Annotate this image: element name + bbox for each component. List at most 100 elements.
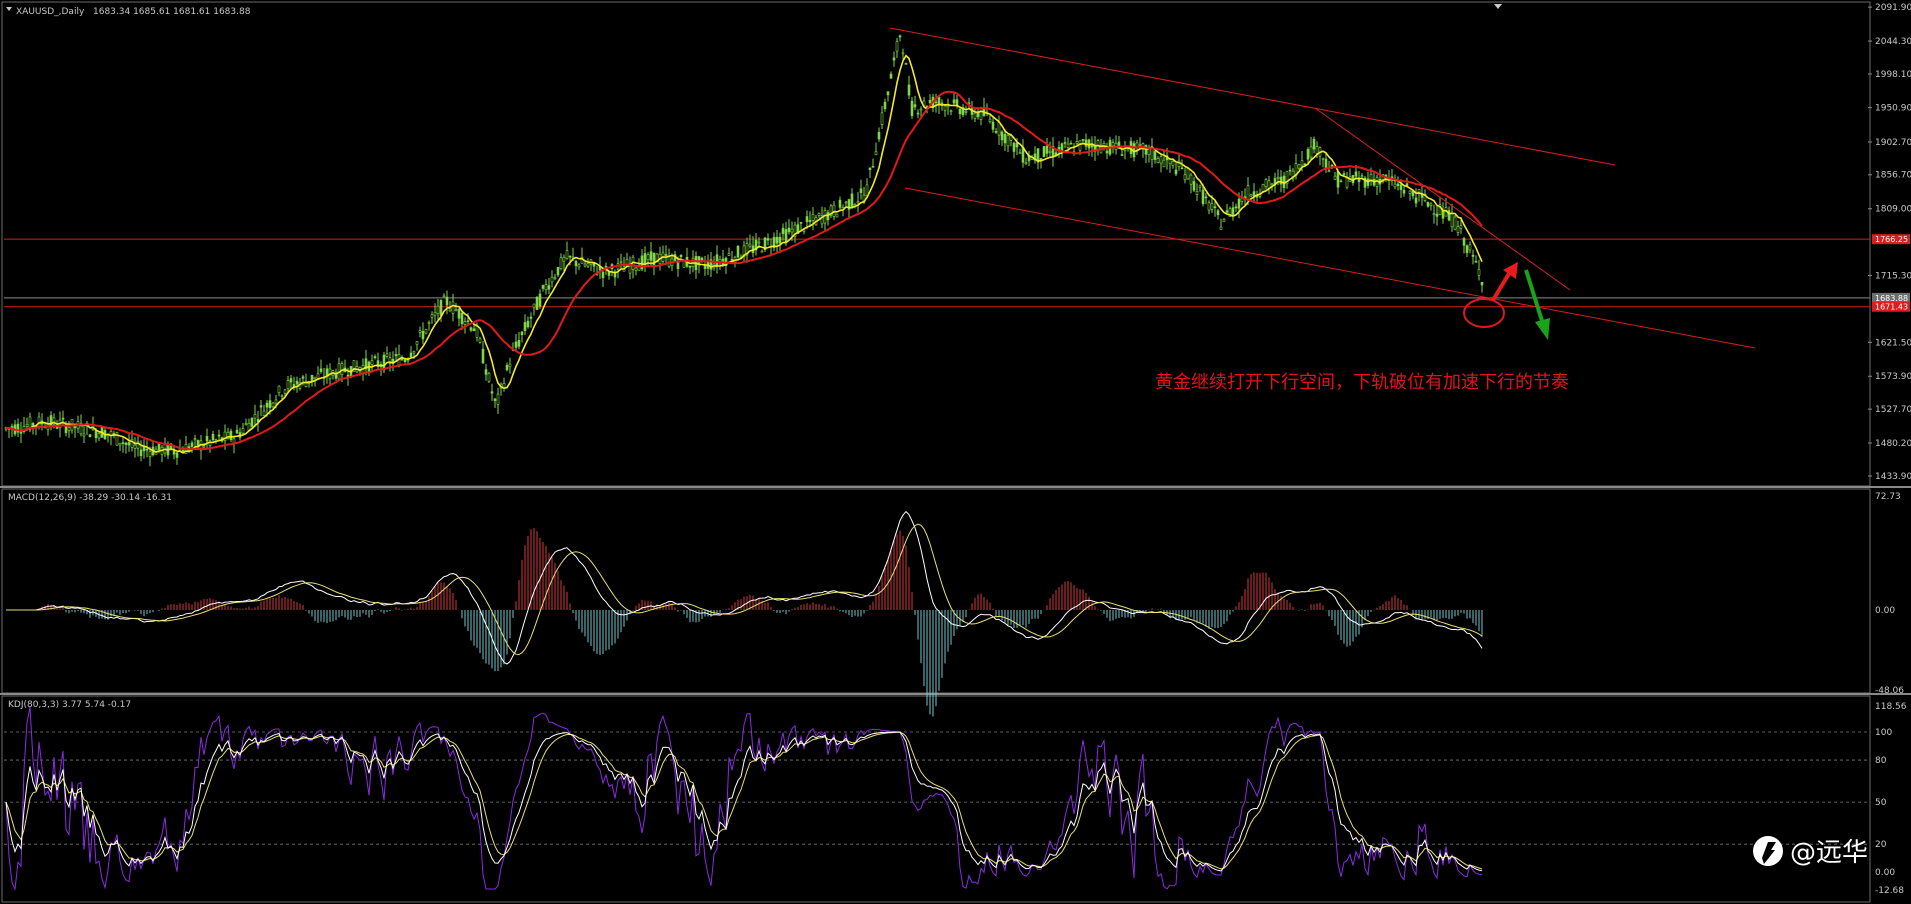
kdj-j-line — [5, 706, 1483, 891]
candle-body — [832, 204, 836, 217]
candle-body — [463, 321, 467, 325]
candle-body — [964, 111, 968, 113]
candle-body — [172, 450, 176, 455]
breakdown-circle — [1463, 298, 1505, 328]
candle-body — [850, 193, 854, 207]
candle-body — [265, 402, 269, 408]
candle-body — [547, 285, 551, 290]
candle-body — [97, 433, 101, 439]
candle-body — [844, 201, 848, 204]
candle-body — [466, 320, 470, 322]
price-tick-label: 1950.90 — [1875, 104, 1911, 114]
macd-panel-title: MACD(12,26,9) -38.29 -30.14 -16.31 — [8, 493, 172, 503]
candle-body — [1057, 146, 1061, 150]
candle-body — [1471, 254, 1475, 257]
down-arrow-icon — [1524, 269, 1550, 340]
candle-body — [1399, 184, 1403, 191]
candle-body — [577, 264, 581, 268]
candle-body — [235, 429, 239, 434]
candle-body — [550, 276, 554, 283]
candle-body — [373, 356, 377, 359]
candle-body — [1156, 158, 1160, 163]
candle-body — [406, 359, 410, 362]
candle-body — [643, 253, 647, 264]
candle-body — [715, 254, 719, 267]
candle-body — [562, 256, 566, 262]
collapse-triangle-icon[interactable] — [6, 7, 12, 11]
candle-body — [1252, 191, 1256, 197]
candle-body — [253, 414, 257, 419]
candle-body — [775, 236, 779, 244]
candle-body — [67, 427, 71, 431]
candle-body — [1342, 173, 1346, 176]
candle-body — [409, 352, 413, 358]
candle-body — [856, 201, 860, 204]
candle-body — [394, 354, 398, 357]
candle-body — [1264, 179, 1268, 187]
candle-body — [313, 376, 317, 380]
candle-body — [529, 316, 533, 319]
candle-body — [538, 293, 542, 307]
candle-body — [1006, 135, 1010, 147]
kdj-series — [5, 706, 1483, 891]
candle-body — [1204, 196, 1208, 199]
candle-body — [1024, 162, 1028, 165]
candle-body — [295, 380, 299, 385]
candle-body — [1414, 197, 1418, 204]
candle-body — [835, 213, 839, 218]
candle-body — [1150, 147, 1154, 160]
candle-body — [868, 167, 872, 170]
candle-body — [280, 395, 284, 398]
candle-body — [1309, 146, 1313, 158]
candle-body — [907, 84, 911, 96]
candle-body — [904, 63, 908, 65]
candle-body — [286, 380, 290, 389]
candle-body — [1453, 216, 1457, 230]
candle-body — [121, 442, 125, 444]
candle-body — [601, 271, 605, 279]
panel-menu-icon[interactable] — [1494, 4, 1502, 9]
macd-tick-label: 72.73 — [1875, 492, 1901, 502]
candle-body — [688, 265, 692, 268]
candle-body — [1018, 152, 1022, 154]
candle-body — [1354, 171, 1358, 177]
candle-body — [976, 112, 980, 118]
candle-body — [241, 428, 245, 434]
candle-body — [1180, 167, 1184, 170]
candle-body — [1306, 149, 1310, 160]
candle-body — [781, 227, 785, 235]
kdj-tick-label: 20 — [1875, 840, 1887, 850]
candle-body — [1435, 213, 1439, 217]
candle-body — [811, 214, 815, 221]
candle-body — [514, 341, 518, 348]
candle-body — [442, 295, 446, 298]
candle-body — [385, 353, 389, 357]
candle-body — [760, 250, 764, 253]
kdj-tick-label: 80 — [1875, 756, 1887, 766]
candle-body — [1168, 159, 1172, 165]
candle-body — [994, 131, 998, 133]
candle-body — [883, 101, 887, 110]
candle-body — [1078, 140, 1082, 151]
candle-body — [229, 430, 233, 440]
price-panel-title: XAUUSD_,Daily — [16, 7, 85, 17]
candle-body — [574, 260, 578, 267]
candle-body — [1216, 210, 1220, 216]
candle-body — [1345, 177, 1349, 188]
candle-body — [1186, 168, 1190, 180]
trend-channel — [889, 27, 1756, 349]
candle-body — [1201, 189, 1205, 204]
candle-body — [619, 261, 623, 264]
candle-body — [118, 442, 122, 446]
candle-body — [487, 373, 491, 382]
kdj-tick-label: 0.00 — [1875, 868, 1895, 878]
candle-body — [1138, 143, 1142, 146]
candle-body — [1450, 212, 1454, 228]
candle-body — [412, 351, 416, 354]
macd-series — [6, 510, 1483, 717]
kdj-k-line — [5, 731, 1483, 872]
candle-body — [340, 363, 344, 376]
candle-body — [94, 430, 98, 439]
candle-body — [505, 364, 509, 371]
candle-body — [517, 340, 521, 347]
